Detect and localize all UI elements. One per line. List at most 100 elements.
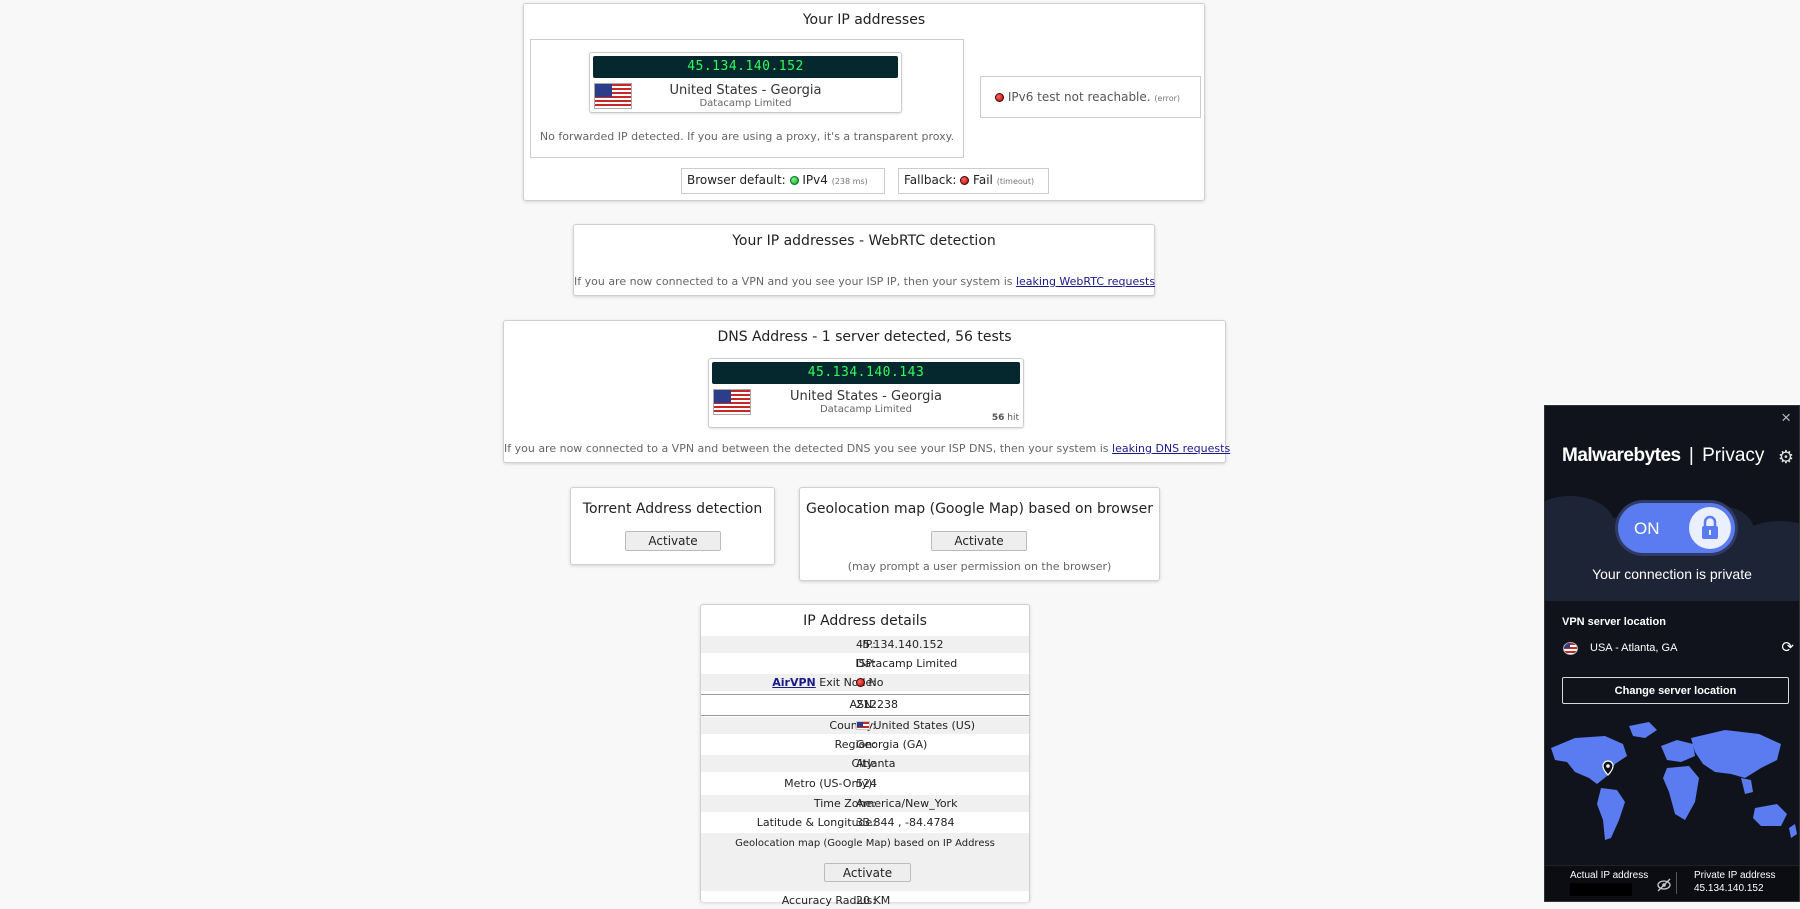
- detail-value-timezone: America/New_York: [856, 797, 958, 810]
- forward-note: No forwarded IP detected. If you are usi…: [539, 130, 955, 143]
- fallback-value: Fail: [973, 173, 993, 187]
- vpn-settings-gear-icon[interactable]: ⚙: [1778, 447, 1794, 468]
- detail-row-asn: ASN: 212238: [701, 696, 1029, 713]
- torrent-activate-button[interactable]: Activate: [625, 531, 721, 551]
- dns-title: DNS Address - 1 server detected, 56 test…: [717, 329, 1012, 345]
- vpn-brand-separator: |: [1688, 445, 1694, 466]
- browser-default-time: (238 ms): [831, 177, 868, 186]
- dns-hit-value: 56: [991, 413, 1005, 423]
- world-map: [1551, 722, 1797, 840]
- ipv4-location: United States - Georgia: [669, 83, 822, 98]
- ipv4-ok-dot-icon: [789, 176, 799, 185]
- dns-address: 45.134.140.143: [712, 362, 1020, 384]
- webrtc-title: Your IP addresses - WebRTC detection: [732, 233, 996, 249]
- detail-value-asn: 212238: [856, 698, 898, 711]
- dns-note-line: If you are now connected to a VPN and be…: [504, 442, 1230, 455]
- ipv6-error-dot-icon: [995, 93, 1004, 102]
- detail-value-isp: Datacamp Limited: [856, 657, 958, 670]
- detail-row-latlng: Latitude & Longitude: 33.844 , -84.4784: [701, 814, 1029, 831]
- us-flag-icon: [856, 721, 870, 730]
- airvpn-link[interactable]: AirVPN: [772, 676, 816, 689]
- detail-row-timezone: Time Zone: America/New_York: [701, 795, 1029, 812]
- detail-value-accuracy: 20 KM: [856, 894, 891, 907]
- torrent-panel: Torrent Address detection Activate: [570, 487, 775, 565]
- webrtc-leak-link[interactable]: leaking WebRTC requests: [1016, 275, 1155, 288]
- details-divider: [701, 715, 1029, 716]
- dns-note: If you are now connected to a VPN and be…: [504, 442, 1109, 455]
- webrtc-note-line: If you are now connected to a VPN and yo…: [574, 275, 1155, 288]
- detail-value-country: United States (US): [873, 719, 976, 732]
- dns-leak-link[interactable]: leaking DNS requests: [1112, 442, 1230, 455]
- ipv4-container: 45.134.140.152 United States - Georgia D…: [530, 39, 964, 158]
- vpn-header: Malwarebytes | Privacy: [1562, 445, 1764, 467]
- us-flag-icon: [1563, 642, 1578, 655]
- browser-default-status: Browser default: IPv4 (238 ms): [681, 168, 885, 194]
- ip-panel-title: Your IP addresses: [802, 12, 926, 28]
- private-ip-value: 45.134.140.152: [1694, 883, 1764, 894]
- vpn-footer: Actual IP address Private IP address 45.…: [1545, 865, 1799, 901]
- ip-details-panel: IP Address details IP: 45.134.140.152 IS…: [700, 604, 1030, 907]
- detail-value-metro: 524: [856, 777, 877, 790]
- ipv6-text: IPv6 test not reachable.: [1007, 90, 1151, 104]
- detail-row-isp: ISP: Datacamp Limited: [701, 655, 1029, 672]
- detail-value-region: Georgia (GA): [856, 738, 928, 751]
- ipv6-status: IPv6 test not reachable. (error): [980, 76, 1201, 118]
- ip-geomap-section: Geolocation map (Google Map) based on IP…: [701, 833, 1029, 891]
- detail-value-ip: 45.134.140.152: [856, 638, 944, 651]
- details-divider: [701, 694, 1029, 695]
- detail-row-metro: Metro (US-Only): 524: [701, 775, 1029, 792]
- geomap-activate-button[interactable]: Activate: [931, 531, 1027, 551]
- browser-default-label: Browser default:: [687, 173, 786, 187]
- dns-isp: Datacamp Limited: [819, 404, 913, 415]
- ip-geomap-activate-button[interactable]: Activate: [824, 863, 911, 882]
- vpn-toggle[interactable]: ON: [1618, 503, 1735, 553]
- detail-value-exit-node-wrap: No: [856, 674, 883, 691]
- fallback-note: (timeout): [996, 177, 1035, 186]
- detail-row-region: Region: Georgia (GA): [701, 736, 1029, 753]
- webrtc-note: If you are now connected to a VPN and yo…: [574, 275, 1013, 288]
- refresh-icon[interactable]: ⟳: [1781, 638, 1794, 656]
- actual-ip-label: Actual IP address: [1570, 870, 1649, 881]
- detail-row-country: Country: United States (US): [701, 717, 1029, 734]
- vpn-server-row[interactable]: USA - Atlanta, GA ⟳: [1562, 639, 1794, 657]
- vpn-toggle-knob: [1689, 507, 1731, 549]
- ipv4-address: 45.134.140.152: [593, 56, 898, 78]
- ip-geomap-label: Geolocation map (Google Map) based on IP…: [735, 838, 995, 849]
- detail-value-exit-node: No: [868, 676, 884, 689]
- exit-node-dot-icon: [856, 678, 865, 687]
- geomap-panel: Geolocation map (Google Map) based on br…: [799, 487, 1160, 581]
- detail-value-city: Atlanta: [856, 757, 896, 770]
- fallback-fail-dot-icon: [960, 176, 970, 185]
- dns-panel: DNS Address - 1 server detected, 56 test…: [503, 320, 1230, 463]
- vpn-server-heading: VPN server location: [1562, 616, 1666, 628]
- dns-card: 45.134.140.143 United States - Georgia D…: [708, 358, 1024, 428]
- vpn-toggle-label: ON: [1634, 519, 1660, 538]
- detail-row-ip: IP: 45.134.140.152: [701, 636, 1029, 653]
- vpn-close-button[interactable]: ×: [1781, 408, 1791, 428]
- hide-ip-eye-icon[interactable]: [1656, 878, 1672, 895]
- ipv4-card: 45.134.140.152 United States - Georgia D…: [589, 52, 902, 113]
- detail-value-country-wrap: United States (US): [856, 717, 975, 734]
- vpn-server-value: USA - Atlanta, GA: [1590, 642, 1678, 654]
- geomap-note: (may prompt a user permission on the bro…: [847, 560, 1112, 573]
- dns-hit-count: 56 hit: [992, 413, 1019, 423]
- browser-default-value: IPv4: [802, 173, 828, 187]
- detail-value-latlng: 33.844 , -84.4784: [856, 816, 955, 829]
- change-server-button[interactable]: Change server location: [1562, 677, 1789, 704]
- ipv4-isp: Datacamp Limited: [699, 98, 792, 109]
- private-ip-label: Private IP address: [1694, 870, 1776, 881]
- torrent-title: Torrent Address detection: [582, 501, 763, 517]
- ipv6-note: (error): [1154, 94, 1181, 103]
- detail-row-accuracy: Accuracy Radius: 20 KM: [701, 892, 1029, 909]
- dns-location: United States - Georgia: [790, 389, 942, 404]
- geomap-title: Geolocation map (Google Map) based on br…: [806, 501, 1153, 517]
- detail-row-exit-node: AirVPN Exit Node: No: [701, 674, 1029, 691]
- footer-divider: [1676, 872, 1677, 894]
- lock-icon: [1702, 515, 1718, 539]
- vpn-app-panel: × Malwarebytes | Privacy ⚙ ON Your conne…: [1544, 405, 1800, 902]
- webrtc-panel: Your IP addresses - WebRTC detection If …: [573, 224, 1155, 296]
- actual-ip-redacted: [1570, 883, 1632, 896]
- vpn-brand-logo: Malwarebytes: [1562, 445, 1681, 466]
- detail-row-city: City: Atlanta: [701, 755, 1029, 772]
- ip-details-title: IP Address details: [803, 613, 927, 629]
